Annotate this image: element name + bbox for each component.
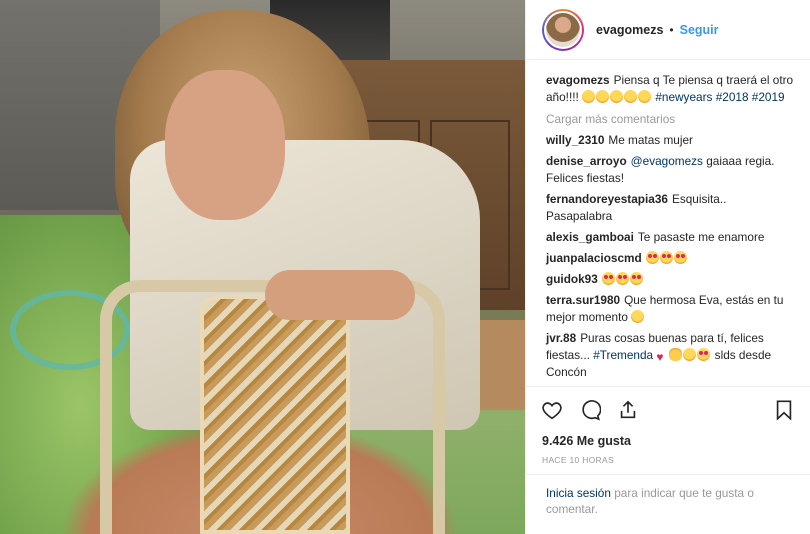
list-item: alexis_gamboai Te pasaste me enamore bbox=[546, 229, 794, 246]
share-icon[interactable] bbox=[616, 398, 640, 422]
list-item: juanpalacioscmd bbox=[546, 250, 794, 267]
comment-username[interactable]: denise_arroyo bbox=[546, 154, 627, 168]
likes-count[interactable]: 9.426 Me gusta bbox=[526, 432, 810, 450]
post-actions-bar bbox=[526, 386, 810, 432]
post-photo[interactable] bbox=[0, 0, 525, 534]
heart-eyes-emoji-icon bbox=[629, 272, 643, 285]
photo-person-face bbox=[165, 70, 285, 220]
comment-username[interactable]: terra.sur1980 bbox=[546, 293, 620, 307]
load-more-comments-button[interactable]: Cargar más comentarios bbox=[546, 112, 794, 126]
pray-emoji-icon bbox=[669, 348, 683, 361]
heart-eyes-emoji-icon bbox=[673, 251, 687, 264]
heart-eyes-emoji-icon bbox=[615, 272, 629, 285]
login-link[interactable]: Inicia sesión bbox=[546, 486, 611, 500]
list-item: willy_2310 Me matas mujer bbox=[546, 132, 794, 149]
comment-username[interactable]: jvr.88 bbox=[546, 331, 576, 345]
comments-list: evagomezs Piensa q Te piensa q traerá el … bbox=[526, 60, 810, 386]
avatar[interactable] bbox=[542, 8, 584, 51]
blush-emoji-icon bbox=[638, 90, 652, 103]
blush-emoji-icon bbox=[596, 90, 610, 103]
blush-emoji-icon bbox=[610, 90, 624, 103]
blush-emoji-icon bbox=[624, 90, 638, 103]
list-item: terra.sur1980 Que hermosa Eva, estás en t… bbox=[546, 292, 794, 326]
heart-eyes-emoji-icon bbox=[659, 251, 673, 264]
follow-button[interactable]: Seguir bbox=[680, 23, 719, 37]
hashtag-link[interactable]: #newyears bbox=[655, 90, 712, 104]
comment-username[interactable]: alexis_gamboai bbox=[546, 230, 634, 244]
comment-text: Me matas mujer bbox=[608, 133, 693, 147]
heart-icon[interactable] bbox=[540, 398, 564, 422]
blush-emoji-icon bbox=[582, 90, 596, 103]
heart-eyes-emoji-icon bbox=[697, 348, 711, 361]
red-heart-emoji-icon: ♥ bbox=[656, 350, 664, 364]
login-prompt: Inicia sesión para indicar que te gusta … bbox=[526, 474, 810, 534]
comment-icon[interactable] bbox=[578, 398, 602, 422]
heart-eyes-emoji-icon bbox=[601, 272, 615, 285]
comment-text: Te pasaste me enamore bbox=[637, 230, 765, 244]
mention-link[interactable]: @evagomezs bbox=[631, 154, 703, 168]
list-item: denise_arroyo @evagomezs gaiaaa regia. Fe… bbox=[546, 153, 794, 187]
header-username[interactable]: evagomezs bbox=[596, 23, 663, 37]
comment-username[interactable]: juanpalacioscmd bbox=[546, 251, 642, 265]
post-timestamp: HACE 10 HORAS bbox=[542, 455, 614, 465]
post-side-panel: evagomezs • Seguir evagomezs Piensa q Te … bbox=[525, 0, 810, 534]
caption-username[interactable]: evagomezs bbox=[546, 73, 610, 87]
hashtag-link[interactable]: #2018 bbox=[716, 90, 749, 104]
blush-emoji-icon bbox=[683, 348, 697, 361]
heart-eyes-emoji-icon bbox=[645, 251, 659, 264]
hashtag-link[interactable]: #Tremenda bbox=[593, 348, 653, 362]
header-separator-dot: • bbox=[669, 22, 674, 37]
comment-username[interactable]: fernandoreyestapia36 bbox=[546, 192, 668, 206]
post-header: evagomezs • Seguir bbox=[526, 0, 810, 60]
post-caption: evagomezs Piensa q Te piensa q traerá el … bbox=[546, 72, 794, 106]
avatar-image bbox=[544, 10, 582, 49]
photo-chair-back bbox=[200, 295, 350, 534]
comment-username[interactable]: willy_2310 bbox=[546, 133, 604, 147]
bookmark-icon[interactable] bbox=[772, 398, 796, 422]
hashtag-link[interactable]: #2019 bbox=[752, 90, 785, 104]
list-item: fernandoreyestapia36 Esquisita.. Pasapala… bbox=[546, 191, 794, 225]
blush-emoji-icon bbox=[631, 310, 645, 323]
instagram-post: evagomezs • Seguir evagomezs Piensa q Te … bbox=[0, 0, 810, 534]
list-item: guidok93 bbox=[546, 271, 794, 288]
comment-username[interactable]: guidok93 bbox=[546, 272, 598, 286]
list-item: jvr.88 Puras cosas buenas para tí, felice… bbox=[546, 330, 794, 381]
photo-person-arm bbox=[265, 270, 415, 320]
